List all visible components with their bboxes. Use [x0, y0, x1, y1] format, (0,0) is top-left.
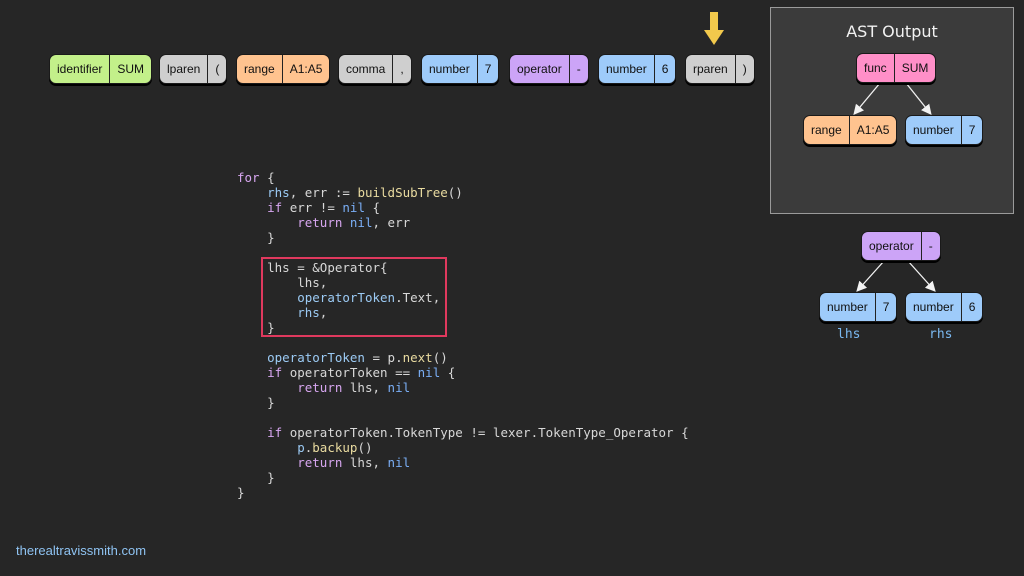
token-type: lparen — [160, 55, 209, 83]
code-line: if operatorToken == nil { — [267, 365, 456, 380]
node-type: operator — [862, 232, 922, 260]
ast-node-number: number 7 — [905, 115, 984, 145]
code-line: for { — [237, 170, 275, 185]
code-line: return lhs, nil — [297, 455, 411, 470]
node-type: number — [906, 293, 962, 321]
footer-credit: therealtravissmith.com — [16, 543, 147, 558]
node-value: SUM — [901, 61, 929, 75]
code-line: if operatorToken.TokenType != lexer.Toke… — [267, 425, 689, 440]
lhs-label: lhs — [837, 327, 861, 342]
token-value: SUM — [117, 62, 145, 76]
code-line: if err != nil { — [267, 200, 381, 215]
down-arrow-icon — [704, 12, 724, 45]
node-value: A1:A5 — [856, 123, 890, 137]
node-type: number — [906, 116, 962, 144]
token-value: ) — [742, 62, 747, 76]
token-rparen: rparen ) — [685, 54, 755, 84]
token-type: range — [237, 55, 283, 83]
token-value: 7 — [484, 62, 492, 76]
code-line: return nil, err — [297, 215, 411, 230]
ast-node-range: range A1:A5 — [803, 115, 898, 145]
code-highlight-box — [261, 257, 447, 337]
code-line: } — [237, 470, 275, 485]
token-value: 6 — [661, 62, 669, 76]
token-number: number 6 — [598, 54, 677, 84]
token-type: operator — [510, 55, 570, 83]
code-line: p.backup() — [297, 440, 373, 455]
token-number: number 7 — [421, 54, 500, 84]
code-line: } — [237, 395, 275, 410]
token-value: , — [400, 62, 404, 76]
node-value: 6 — [968, 300, 976, 314]
ast-panel-title: AST Output — [846, 22, 938, 41]
token-value: A1:A5 — [289, 62, 323, 76]
node-type: range — [804, 116, 850, 144]
token-type: number — [599, 55, 655, 83]
subtree-rhs-node: number 6 — [905, 292, 984, 322]
node-type: func — [857, 54, 895, 82]
token-type: rparen — [686, 55, 736, 83]
node-type: number — [820, 293, 876, 321]
subtree-operator-node: operator - — [861, 231, 941, 261]
ast-node-func: func SUM — [856, 53, 937, 83]
node-value: 7 — [882, 300, 890, 314]
token-operator: operator - — [509, 54, 589, 84]
token-range: range A1:A5 — [236, 54, 331, 84]
token-comma: comma , — [338, 54, 412, 84]
code-line: operatorToken = p.next() — [267, 350, 448, 365]
ast-output-panel: AST Output — [770, 7, 1014, 214]
token-type: number — [422, 55, 478, 83]
edge-operator-rhs — [907, 260, 936, 292]
rhs-label: rhs — [929, 327, 953, 342]
token-lparen: lparen ( — [159, 54, 228, 84]
token-type: comma — [339, 55, 394, 83]
token-value: - — [576, 62, 581, 76]
node-value: - — [928, 239, 933, 253]
token-value: ( — [215, 62, 220, 76]
token-type: identifier — [50, 55, 111, 83]
code-line: rhs, err := buildSubTree() — [267, 185, 463, 200]
subtree-lhs-node: number 7 — [819, 292, 898, 322]
node-value: 7 — [968, 123, 976, 137]
code-line: return lhs, nil — [297, 380, 411, 395]
edge-operator-lhs — [856, 260, 885, 292]
code-line: } — [237, 485, 245, 500]
code-line: } — [237, 230, 275, 245]
token-identifier: identifier SUM — [49, 54, 153, 84]
